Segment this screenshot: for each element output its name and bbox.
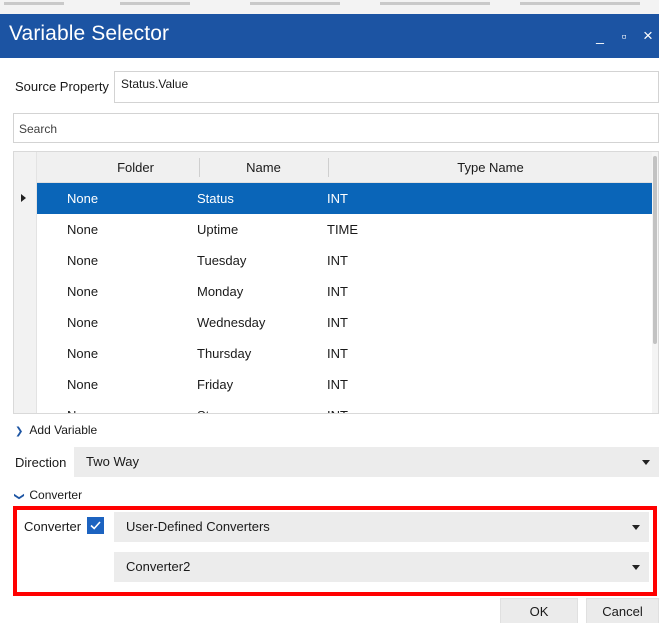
grid-header: Folder Name Type Name <box>37 152 654 183</box>
table-row[interactable]: None Thursday INT <box>37 338 654 369</box>
cell-type-name: INT <box>327 284 348 299</box>
title-bar: Variable Selector _ ▫ × <box>0 14 659 58</box>
cell-folder: None <box>67 222 99 237</box>
cell-name: Uptime <box>197 222 239 237</box>
cell-type-name: INT <box>327 315 348 330</box>
converter-type-select[interactable]: User-Defined Converters <box>114 512 649 542</box>
cell-name: Monday <box>197 284 244 299</box>
cell-folder: None <box>67 315 99 330</box>
cell-name: Stop <box>197 400 224 413</box>
cell-type-name: TIME <box>327 222 359 237</box>
table-row[interactable]: None Tuesday INT <box>37 245 654 276</box>
source-property-value: Status.Value <box>121 77 189 91</box>
maximize-icon: ▫ <box>621 28 627 44</box>
cell-folder: None <box>67 377 99 392</box>
converter-checkbox-label: Converter <box>24 519 82 534</box>
converter-checkbox[interactable] <box>87 517 104 534</box>
table-row[interactable]: None Monday INT <box>37 276 654 307</box>
dropdown-arrow-icon <box>642 460 650 465</box>
table-row[interactable]: None Uptime TIME <box>37 214 654 245</box>
column-header-type-name[interactable]: Type Name <box>328 152 653 183</box>
variables-grid: Folder Name Type Name None Status INT No… <box>13 151 659 414</box>
add-variable-label: Add Variable <box>29 423 98 437</box>
cell-name: Tuesday <box>197 253 247 268</box>
source-property-field[interactable]: Status.Value <box>114 71 659 103</box>
dropdown-arrow-icon <box>632 565 640 570</box>
chevron-down-icon: ❯ <box>13 492 25 501</box>
minimize-icon: _ <box>596 28 604 44</box>
table-row[interactable]: None Wednesday INT <box>37 307 654 338</box>
source-property-label: Source Property <box>15 79 109 94</box>
table-row[interactable]: None Friday INT <box>37 369 654 400</box>
table-row[interactable]: None Status INT <box>37 183 654 214</box>
background-window-strip <box>0 0 659 14</box>
dropdown-arrow-icon <box>632 525 640 530</box>
scrollbar-thumb[interactable] <box>653 156 657 344</box>
row-header-column <box>14 152 37 413</box>
cell-folder: None <box>67 253 99 268</box>
converter-name-select[interactable]: Converter2 <box>114 552 649 582</box>
checkmark-icon <box>88 518 103 533</box>
ok-button[interactable]: OK <box>500 598 578 623</box>
window-title: Variable Selector <box>9 22 170 45</box>
add-variable-expander[interactable]: ❯ Add Variable <box>15 423 97 437</box>
current-row-indicator-icon <box>21 194 26 202</box>
chevron-right-icon: ❯ <box>15 426 24 437</box>
cell-name: Wednesday <box>197 315 266 330</box>
cell-type-name: INT <box>327 377 348 392</box>
cell-type-name: INT <box>327 346 348 361</box>
grid-vertical-scrollbar[interactable] <box>652 152 658 413</box>
direction-select[interactable]: Two Way <box>74 447 659 477</box>
close-button[interactable]: × <box>637 24 659 48</box>
converter-type-value: User-Defined Converters <box>126 519 270 534</box>
cell-name: Friday <box>197 377 234 392</box>
cell-folder: None <box>67 191 99 206</box>
cell-name: Thursday <box>197 346 252 361</box>
converter-section-header: Converter <box>29 488 83 502</box>
column-header-name[interactable]: Name <box>199 152 328 183</box>
cell-type-name: INT <box>327 400 348 413</box>
cell-folder: None <box>67 346 99 361</box>
cell-folder: None <box>67 400 98 413</box>
search-input[interactable]: Search <box>13 113 659 143</box>
direction-value: Two Way <box>86 454 139 469</box>
minimize-button[interactable]: _ <box>589 24 611 48</box>
direction-label: Direction <box>15 455 67 470</box>
cell-folder: None <box>67 284 99 299</box>
cancel-button[interactable]: Cancel <box>586 598 659 623</box>
cell-type-name: INT <box>327 253 348 268</box>
converter-expander[interactable]: ❯ Converter <box>13 488 83 502</box>
close-icon: × <box>643 26 653 45</box>
maximize-button[interactable]: ▫ <box>613 24 635 48</box>
converter-name-value: Converter2 <box>126 559 191 574</box>
table-row[interactable]: None Stop INT <box>37 400 654 413</box>
search-placeholder: Search <box>19 122 58 136</box>
cell-name: Status <box>197 191 234 206</box>
cell-type-name: INT <box>327 191 348 206</box>
